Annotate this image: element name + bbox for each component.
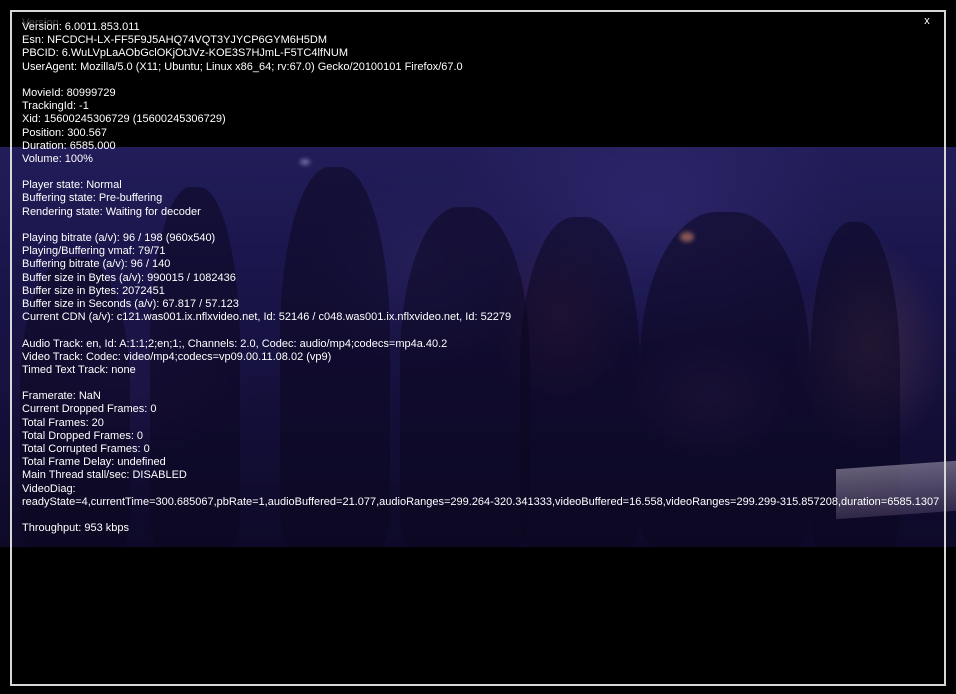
info-line: Esn: NFCDCH-LX-FF5F9J5AHQ74VQT3YJYCP6GYM… xyxy=(22,34,328,47)
info-line: PBCID: 6.WuLVpLaAObGclOKjOtJVz-KOE3S7HJm… xyxy=(22,47,349,60)
info-line: readyState=4,currentTime=300.685067,pbRa… xyxy=(22,495,940,508)
info-line: Player state: Normal xyxy=(22,179,122,192)
info-line: VideoDiag: xyxy=(22,482,76,495)
info-line: Total Dropped Frames: 0 xyxy=(22,429,144,442)
info-line: Current CDN (a/v): c121.was001.ix.nflxvi… xyxy=(22,311,512,324)
info-line: Version: 6.0011.853.011 xyxy=(22,21,140,33)
info-text: Version: 6.0011.853.011 Esn: NFCDCH-LX-FF… xyxy=(22,21,940,535)
info-line: Xid: 15600245306729 (15600245306729) xyxy=(22,113,226,126)
info-line: UserAgent: Mozilla/5.0 (X11; Ubuntu; Lin… xyxy=(22,60,463,73)
info-line: Audio Track: en, Id: A:1:1;2;en;1;, Chan… xyxy=(22,337,448,350)
info-spacer xyxy=(22,219,937,232)
info-line: Playing bitrate (a/v): 96 / 198 (960x540… xyxy=(22,232,216,244)
info-line: Timed Text Track: none xyxy=(22,363,136,376)
info-spacer xyxy=(22,509,937,522)
info-line: Buffering state: Pre-buffering xyxy=(22,192,163,205)
info-line: Rendering state: Waiting for decoder xyxy=(22,205,201,218)
info-spacer xyxy=(22,324,937,337)
info-line: Position: 300.567 xyxy=(22,126,108,139)
info-line: TrackingId: -1 xyxy=(22,100,89,113)
info-line: Duration: 6585.000 xyxy=(22,139,116,152)
info-line: Total Frames: 20 xyxy=(22,416,104,429)
info-line: Current Dropped Frames: 0 xyxy=(22,403,157,416)
info-line: Video Track: Codec: video/mp4;codecs=vp0… xyxy=(22,350,332,363)
info-line: Main Thread stall/sec: DISABLED xyxy=(22,469,187,482)
info-spacer xyxy=(22,377,937,390)
info-spacer xyxy=(22,166,937,179)
info-line: Buffer size in Bytes (a/v): 990015 / 108… xyxy=(22,271,236,284)
info-line: Volume: 100% xyxy=(22,152,93,165)
info-spacer xyxy=(22,74,937,87)
info-line: Total Corrupted Frames: 0 xyxy=(22,443,150,455)
info-line: Buffer size in Bytes: 2072451 xyxy=(22,284,165,297)
info-line: Buffering bitrate (a/v): 96 / 140 xyxy=(22,258,171,271)
player-screen: Version x Version: 6.0011.853.011 Esn: NF… xyxy=(0,0,956,694)
info-line: MovieId: 80999729 xyxy=(22,86,116,99)
info-line: Throughput: 953 kbps xyxy=(22,522,130,535)
info-line: Total Frame Delay: undefined xyxy=(22,456,166,469)
info-line: Framerate: NaN xyxy=(22,390,101,403)
info-line: Buffer size in Seconds (a/v): 67.817 / 5… xyxy=(22,297,239,310)
info-line: Playing/Buffering vmaf: 79/71 xyxy=(22,245,166,258)
